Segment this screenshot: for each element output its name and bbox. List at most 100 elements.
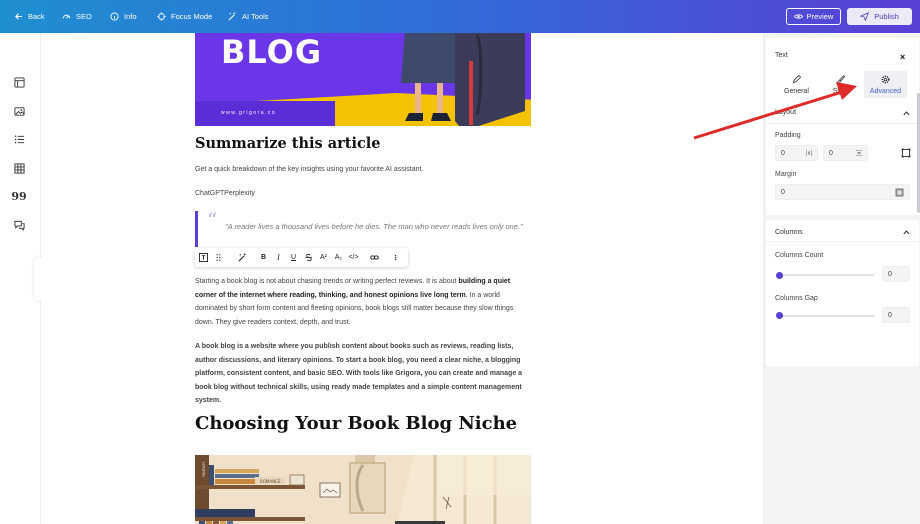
blockquote[interactable]: “ "A reader lives a thousand lives befor… [195,208,525,247]
focus-mode-button[interactable]: Focus Mode [157,0,212,33]
ai-tools-button[interactable]: AI Tools [228,0,269,33]
margin-label: Margin [775,171,797,178]
padding-vertical-value: 0 [781,149,785,157]
ai-tools-label: AI Tools [242,12,269,21]
settings-panel: Text × General Style Advanced Layout Pad… [765,33,920,524]
quote-mark-icon: “ [207,208,218,232]
paragraph-intro-text: Starting a book blog is not about chasin… [195,278,459,285]
book-spine-romance: ROMANCE [260,479,281,484]
brush-icon [836,74,845,84]
subscript-icon[interactable]: A₂ [331,248,346,267]
columns-gap-slider-handle[interactable] [776,312,783,319]
list-icon[interactable] [12,132,26,146]
format-toolbar: B I U A² A₂ </> ⋮ [195,248,408,267]
columns-gap-input[interactable]: 0 [882,307,910,323]
hero-url: www.grigora.co [221,110,277,116]
columns-count-value: 0 [888,270,892,278]
magic-wand-icon [228,12,236,21]
tab-advanced-label: Advanced [869,87,902,95]
paragraph-intro[interactable]: Starting a book blog is not about chasin… [195,275,532,329]
reader-illustration [401,33,525,126]
back-button[interactable]: Back [14,0,45,33]
pen-icon [792,74,801,83]
gauge-icon [62,14,71,19]
publish-label: Publish [874,12,899,21]
tab-general[interactable]: General [775,71,818,98]
columns-section-title[interactable]: Columns [775,229,803,236]
gear-icon [881,75,890,83]
arrow-left-icon [15,13,23,20]
chevron-up-icon[interactable] [902,109,911,118]
tab-general-label: General [784,87,809,95]
code-icon[interactable]: </> [346,248,361,267]
send-icon [860,12,870,21]
bookshelf-image: ROMANCE FANTASY [195,455,531,524]
drag-handle-icon[interactable] [211,248,226,267]
quote-icon[interactable]: 99 [11,189,26,203]
tab-advanced[interactable]: Advanced [864,71,907,98]
quote-text[interactable]: "A reader lives a thousand lives before … [225,220,525,234]
table-icon[interactable] [12,161,26,175]
columns-section: Columns Columns Count 0 Columns Gap 0 [766,220,919,366]
columns-count-slider-handle[interactable] [776,272,783,279]
columns-gap-value: 0 [888,311,892,319]
strikethrough-icon[interactable] [301,248,316,267]
info-button[interactable]: Info [110,0,137,33]
publish-button[interactable]: Publish [847,8,912,25]
margin-input[interactable]: 0 [775,184,910,200]
columns-gap-slider[interactable] [778,315,874,317]
superscript-icon[interactable]: A² [316,248,331,267]
panel-title: Text [775,52,788,59]
editor-canvas: BLOG www.grigora.co Summarize this artic… [41,33,763,524]
heading-niche[interactable]: Choosing Your Book Blog Niche [195,413,517,434]
italic-icon[interactable]: I [271,248,286,267]
layout-icon[interactable] [12,75,26,89]
seo-label: SEO [76,12,92,21]
comment-icon[interactable] [12,218,26,232]
layout-section-title[interactable]: Layout [775,109,796,116]
padding-link-icon[interactable] [901,148,911,158]
close-icon[interactable]: × [900,52,905,62]
padding-vertical-icon [806,149,812,157]
preview-label: Preview [806,12,834,21]
padding-label: Padding [775,132,801,139]
columns-count-label: Columns Count [775,252,824,259]
chevron-up-icon[interactable] [902,228,911,237]
padding-input-horizontal[interactable]: 0 [823,145,868,161]
link-icon[interactable] [367,248,382,267]
columns-gap-label: Columns Gap [775,295,818,302]
ai-wand-icon[interactable] [235,248,250,267]
bold-icon[interactable]: B [256,248,271,267]
bookshelf-illustration: ROMANCE FANTASY [195,455,531,524]
focus-icon [157,12,166,21]
text-type-icon[interactable] [195,248,211,267]
focus-mode-label: Focus Mode [171,12,213,21]
image-icon[interactable] [12,104,26,118]
layout-section: Layout Padding 0 0 Margin 0 [766,98,919,215]
heading-summarize[interactable]: Summarize this article [195,135,381,152]
more-icon[interactable]: ⋮ [388,248,403,267]
paragraph-summary[interactable]: Get a quick breakdown of the key insight… [195,163,423,177]
margin-box-icon [895,187,904,197]
tab-style-label: Style [832,87,849,95]
padding-horizontal-icon [855,150,863,156]
margin-value: 0 [781,188,785,196]
paragraph-ai-links[interactable]: ChatGPTPerplexity [195,187,255,201]
back-label: Back [28,12,45,21]
padding-horizontal-value: 0 [829,149,833,157]
seo-button[interactable]: SEO [62,0,92,33]
top-bar: Back SEO Info Focus Mode AI Tools Previe… [0,0,920,33]
padding-input-vertical[interactable]: 0 [775,145,818,161]
info-icon [110,12,119,21]
paragraph-definition[interactable]: A book blog is a website where you publi… [195,340,532,408]
underline-icon[interactable]: U [286,248,301,267]
tab-style[interactable]: Style [819,71,862,98]
book-spine-fantasy: FANTASY [202,461,206,477]
eye-icon [793,14,803,19]
hero-image: BLOG www.grigora.co [195,33,531,126]
columns-count-input[interactable]: 0 [882,266,910,282]
info-label: Info [124,12,137,21]
preview-button[interactable]: Preview [786,8,841,25]
columns-count-slider[interactable] [778,274,874,276]
hero-title: BLOG [221,33,323,71]
